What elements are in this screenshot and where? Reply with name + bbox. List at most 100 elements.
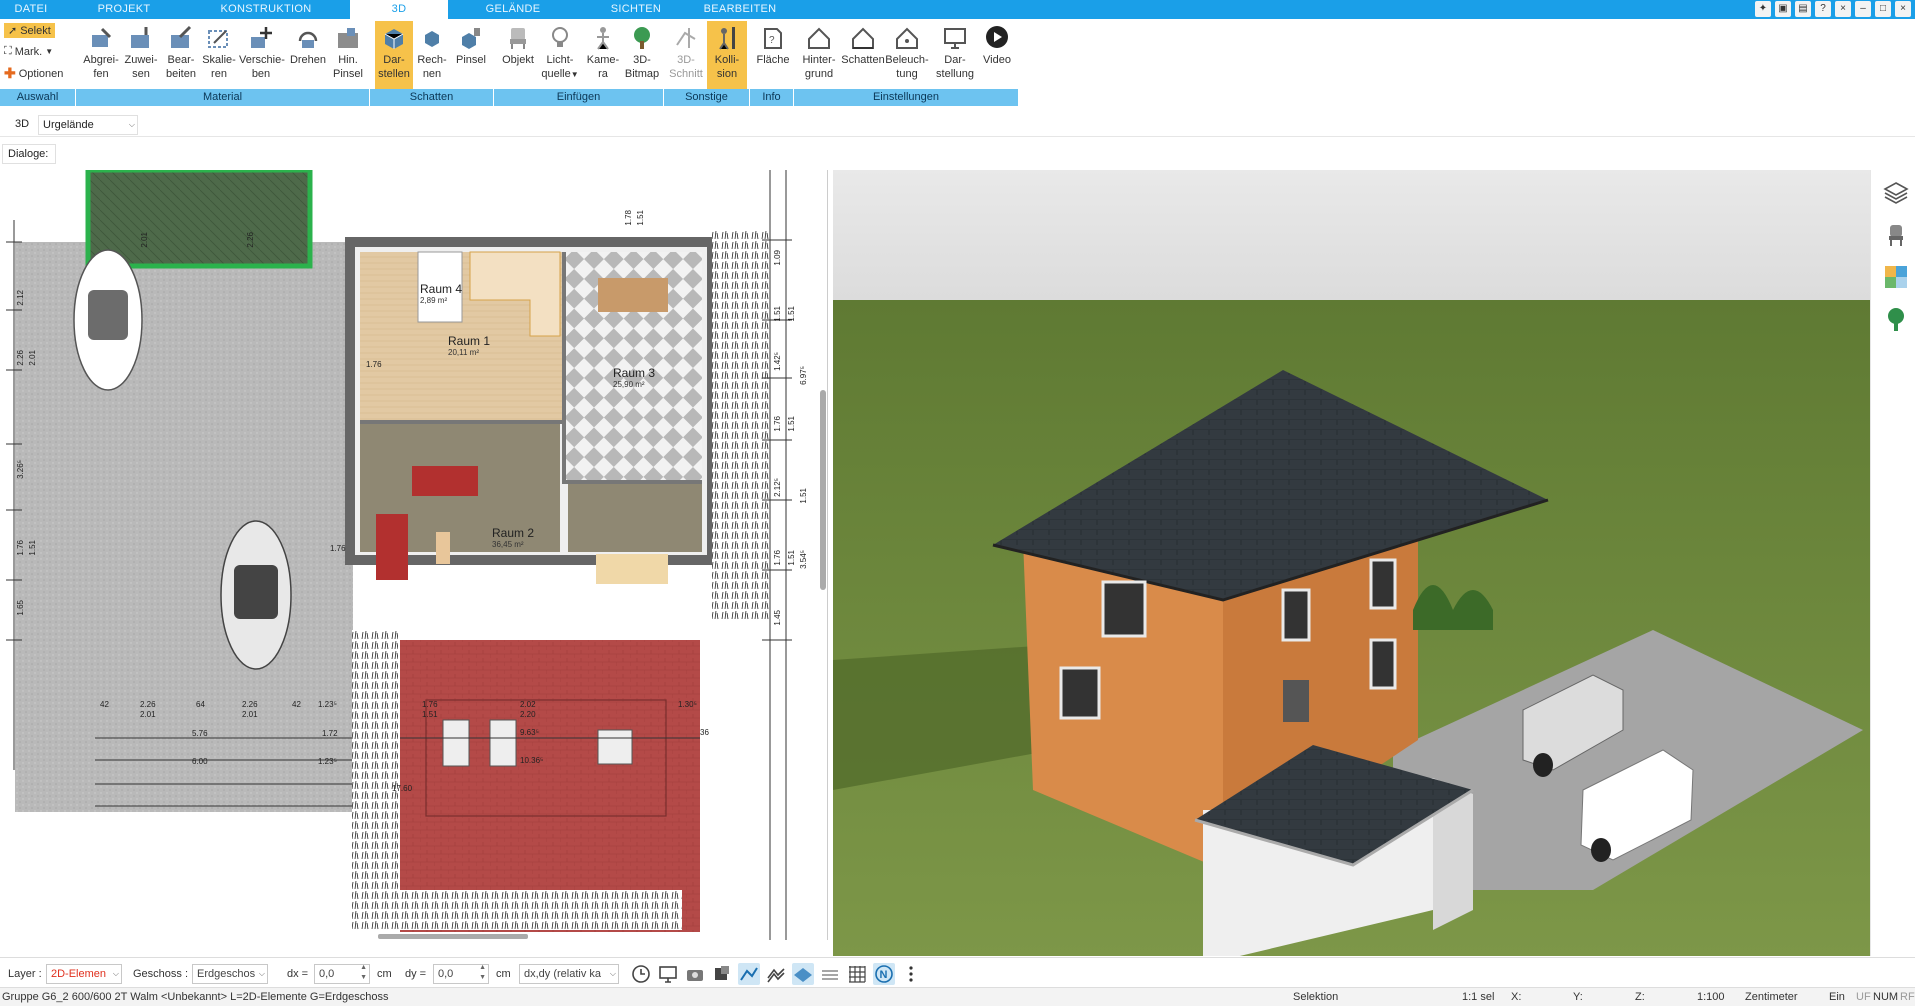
dimension-label: 1.76 [366, 360, 382, 369]
layer-stack-icon[interactable] [819, 963, 841, 985]
close-icon[interactable]: × [1895, 1, 1911, 17]
coordinate-mode-select[interactable]: dx,dy (relativ ka ⌵ [519, 964, 619, 984]
dy-input-value: 0,0 [438, 968, 454, 980]
dy-label: dy = [405, 968, 427, 980]
geschoss-select[interactable]: Erdgeschos ⌵ [192, 964, 268, 984]
dx-input[interactable]: 0,0 ▲ ▼ [314, 964, 370, 984]
layers-icon[interactable] [1883, 180, 1909, 206]
hatch-icon[interactable] [765, 963, 787, 985]
status-z: Z: [1635, 991, 1645, 1003]
3d-schnitt-button[interactable]: 3D- Schnitt [666, 21, 706, 89]
room-area: 2,89 m² [420, 296, 448, 305]
rechnen-button[interactable]: Rech-nen [413, 21, 451, 89]
tab-projekt[interactable]: PROJEKT [94, 0, 154, 19]
north-icon[interactable]: N [873, 963, 895, 985]
pinsel-button[interactable]: Pinsel [451, 21, 491, 89]
tree-icon[interactable] [1883, 306, 1909, 332]
room-label[interactable]: Raum 3 [613, 366, 655, 380]
plane-icon[interactable] [792, 963, 814, 985]
video-button[interactable]: Video [978, 21, 1016, 89]
skalieren-button[interactable]: Skalie-ren [197, 21, 241, 89]
stepper-icon[interactable]: ▲ ▼ [360, 963, 367, 983]
clock-icon[interactable] [630, 963, 652, 985]
terrain-dropdown[interactable]: Urgelände ⌵ [38, 115, 138, 135]
dy-input[interactable]: 0,0 ▲ ▼ [433, 964, 489, 984]
plan-vertical-scrollbar[interactable] [820, 390, 826, 590]
button-label: Licht- [546, 54, 574, 66]
3d-view[interactable] [833, 170, 1870, 956]
minimize-icon[interactable]: – [1855, 1, 1871, 17]
optionen-button[interactable]: ✚ Optionen [4, 65, 63, 82]
cube-icon [384, 29, 404, 49]
chair-icon[interactable] [1883, 222, 1909, 248]
group-label-info: Info [750, 89, 794, 106]
tab-datei[interactable]: DATEI [0, 0, 62, 19]
dimension-label: 6.00 [192, 757, 208, 766]
materials-icon[interactable] [1883, 264, 1909, 290]
tab-3d[interactable]: 3D [350, 0, 448, 19]
mark-button[interactable]: ⛶ Mark. ▼ [4, 45, 53, 58]
group-label-auswahl: Auswahl [0, 89, 76, 106]
dimension-label: 1.23⁵ [318, 700, 337, 709]
eyedropper-icon [92, 27, 112, 47]
snap-line-icon[interactable] [738, 963, 760, 985]
svg-text:N: N [880, 969, 888, 981]
3d-bitmap-button[interactable]: 3D- Bitmap [620, 21, 664, 89]
kollision-button[interactable]: Kolli-sion [707, 21, 747, 89]
screen-icon[interactable] [657, 963, 679, 985]
schatten-button[interactable]: Schatten [841, 21, 885, 89]
lichtquelle-button[interactable]: Licht-quelle▼ [538, 21, 582, 89]
verschieben-button[interactable]: Verschie-ben [239, 21, 285, 89]
more-icon[interactable] [900, 963, 922, 985]
room-label[interactable]: Raum 1 [448, 334, 490, 348]
plan-horizontal-scrollbar[interactable] [378, 934, 528, 939]
dimension-label: 2.12⁵ [773, 478, 782, 497]
chevron-down-icon: ⌵ [128, 120, 135, 129]
button-label: quelle▼ [541, 68, 579, 80]
help-icon[interactable]: ? [1815, 1, 1831, 17]
tab-gelaende[interactable]: GELÄNDE [472, 0, 554, 19]
tab-sichten[interactable]: SICHTEN [600, 0, 672, 19]
svg-text:?: ? [769, 35, 775, 46]
darstellung-button[interactable]: Dar-stellung [932, 21, 978, 89]
close-doc-icon[interactable]: × [1835, 1, 1851, 17]
layer-select[interactable]: 2D-Elemen ⌵ [46, 964, 122, 984]
flaeche-button[interactable]: ? Fläche [751, 21, 795, 89]
abgreifen-button[interactable]: Abgrei-fen [79, 21, 123, 89]
button-label: Fläche [756, 54, 790, 66]
box-icon[interactable] [711, 963, 733, 985]
status-selection: 1:1 sel [1462, 991, 1495, 1003]
stepper-icon[interactable]: ▲ ▼ [479, 963, 486, 983]
lighting-house-icon [896, 27, 918, 49]
room-label[interactable]: Raum 4 [420, 282, 462, 296]
camera-icon[interactable] [684, 963, 706, 985]
mark-icon: ⛶ [4, 45, 12, 57]
tools-icon[interactable]: ✦ [1755, 1, 1771, 17]
room-area: 20,11 m² [448, 348, 479, 357]
selekt-button[interactable]: ➚ Selekt [4, 23, 55, 38]
button-label: 3D- [633, 54, 651, 66]
hin-pinsel-button[interactable]: Hin. Pinsel [326, 21, 370, 89]
hintergrund-button[interactable]: Hinter-grund [797, 21, 841, 89]
darstellen-button[interactable]: Dar-stellen [375, 21, 413, 89]
grid-icon[interactable] [846, 963, 868, 985]
cube-calc-icon [425, 31, 439, 47]
zuweisen-button[interactable]: Zuwei-sen [119, 21, 163, 89]
objekt-button[interactable]: Objekt [496, 21, 540, 89]
drehen-button[interactable]: Drehen [286, 21, 330, 89]
restore-icon[interactable]: ▣ [1775, 1, 1791, 17]
car-top-view [220, 520, 292, 670]
maximize-icon[interactable]: □ [1875, 1, 1891, 17]
kamera-button[interactable]: Kame-ra [581, 21, 625, 89]
room-label[interactable]: Raum 2 [492, 526, 534, 540]
ribbon-group-bar: Auswahl Material Schatten Einfügen Sonst… [0, 89, 1018, 106]
floor-plan-view[interactable]: Raum 4 2,89 m² Raum 1 20,11 m² Raum 3 25… [0, 170, 828, 940]
ribbon: ➚ Selekt ⛶ Mark. ▼ ✚ Optionen Abgrei-fen Zuw… [0, 19, 1018, 107]
tab-bearbeiten[interactable]: BEARBEITEN [700, 0, 780, 19]
scale-icon [208, 30, 228, 48]
button-label: tung [896, 68, 918, 80]
tile-icon[interactable]: ▤ [1795, 1, 1811, 17]
beleuchtung-button[interactable]: Beleuch-tung [885, 21, 929, 89]
dimension-label: 2.20 [520, 710, 536, 719]
tab-konstruktion[interactable]: KONSTRUKTION [210, 0, 322, 19]
